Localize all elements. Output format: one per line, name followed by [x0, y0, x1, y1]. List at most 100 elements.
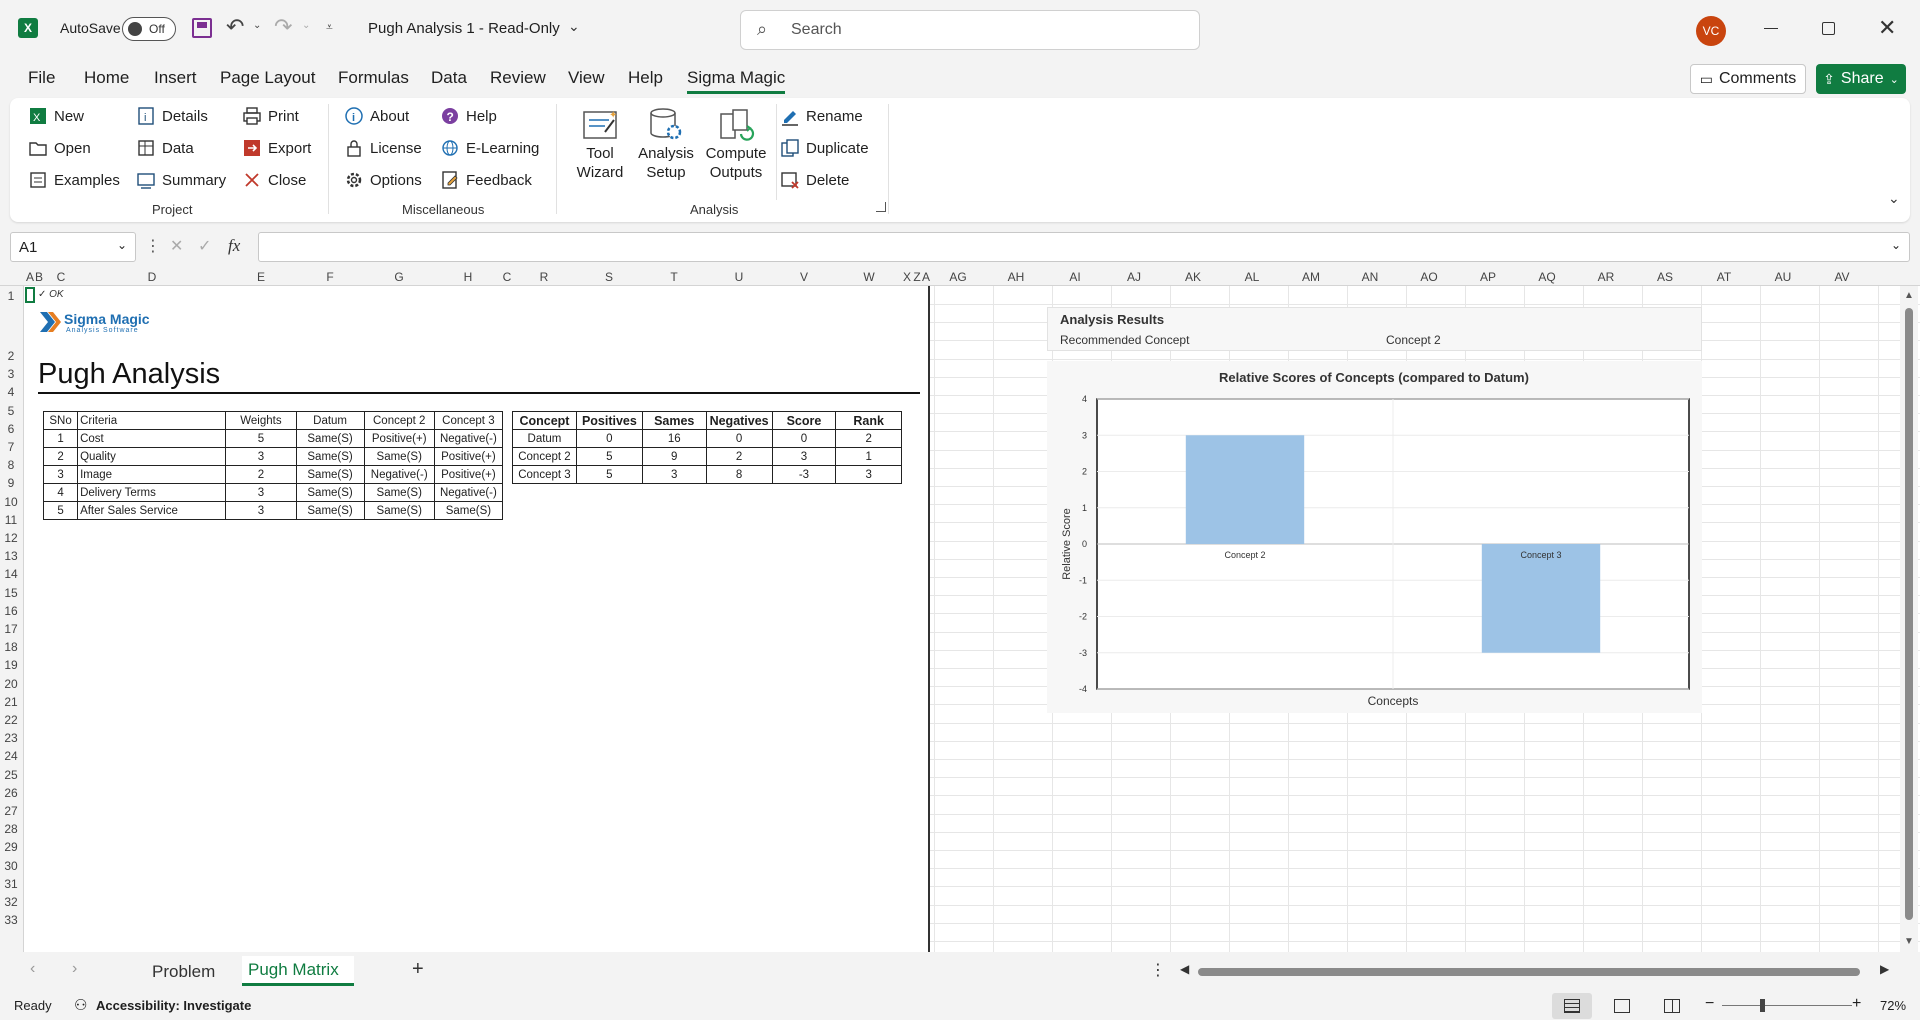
- column-header[interactable]: AS: [1641, 270, 1689, 284]
- close-window-icon[interactable]: ✕: [1878, 15, 1896, 41]
- column-header[interactable]: Z: [912, 270, 922, 284]
- row-header[interactable]: 7: [0, 440, 22, 454]
- table-cell[interactable]: Negative(-): [433, 429, 504, 448]
- duplicate-button[interactable]: Duplicate: [780, 138, 869, 158]
- row-header[interactable]: 22: [0, 713, 22, 727]
- column-header[interactable]: B: [34, 270, 44, 284]
- row-header[interactable]: 23: [0, 731, 22, 745]
- row-header[interactable]: 5: [0, 404, 22, 418]
- delete-button[interactable]: Delete: [780, 170, 849, 190]
- row-header[interactable]: 13: [0, 549, 22, 563]
- zoom-out-icon[interactable]: −: [1705, 995, 1714, 1013]
- row-header[interactable]: 16: [0, 604, 22, 618]
- accessibility-icon[interactable]: ⚇: [74, 996, 87, 1014]
- row-header[interactable]: 27: [0, 804, 22, 818]
- table-cell[interactable]: Concept 3: [512, 465, 577, 484]
- table-cell[interactable]: 3: [771, 447, 837, 466]
- next-sheet-icon[interactable]: ›: [72, 960, 77, 978]
- table-cell[interactable]: 3: [641, 465, 707, 484]
- chart-bar[interactable]: [1185, 435, 1305, 544]
- license-button[interactable]: License: [344, 138, 422, 158]
- row-header[interactable]: 3: [0, 367, 22, 381]
- vertical-scrollbar[interactable]: ▲ ▼: [1900, 286, 1918, 952]
- column-header[interactable]: X: [902, 270, 912, 284]
- dialog-launcher-icon[interactable]: [876, 202, 886, 212]
- feedback-button[interactable]: Feedback: [440, 170, 532, 190]
- table-cell[interactable]: 16: [641, 429, 707, 448]
- page-break-view-icon[interactable]: [1664, 999, 1680, 1013]
- elearning-button[interactable]: E-Learning: [440, 138, 539, 158]
- table-cell[interactable]: 2: [225, 465, 297, 484]
- table-cell[interactable]: Same(S): [363, 501, 435, 520]
- table-cell[interactable]: After Sales Service: [77, 501, 227, 520]
- examples-button[interactable]: Examples: [28, 170, 120, 190]
- table-cell[interactable]: 3: [225, 483, 297, 502]
- row-header[interactable]: 15: [0, 586, 22, 600]
- row-header[interactable]: 28: [0, 822, 22, 836]
- menu-home[interactable]: Home: [84, 68, 129, 88]
- table-cell[interactable]: 0: [575, 429, 643, 448]
- row-header[interactable]: 30: [0, 859, 22, 873]
- table-cell[interactable]: Negative(-): [433, 483, 504, 502]
- column-header[interactable]: E: [226, 270, 296, 284]
- table-cell[interactable]: 2: [835, 429, 902, 448]
- table-cell[interactable]: 0: [705, 429, 773, 448]
- column-header[interactable]: AQ: [1523, 270, 1571, 284]
- table-cell[interactable]: 5: [225, 429, 297, 448]
- vertical-scroll-thumb[interactable]: [1905, 308, 1913, 920]
- confirm-entry-icon[interactable]: ✓: [198, 236, 211, 256]
- data-button[interactable]: Data: [136, 138, 194, 158]
- open-button[interactable]: Open: [28, 138, 91, 158]
- title-dropdown-icon[interactable]: ⌄: [568, 18, 580, 35]
- minimize-icon[interactable]: [1764, 28, 1778, 29]
- tabs-more-icon[interactable]: ⋮: [1150, 960, 1166, 980]
- expand-formula-icon[interactable]: ⌄: [1891, 238, 1901, 252]
- column-header[interactable]: AL: [1228, 270, 1276, 284]
- tab-pugh-matrix[interactable]: Pugh Matrix: [242, 956, 354, 986]
- row-header[interactable]: 17: [0, 622, 22, 636]
- column-header[interactable]: T: [642, 270, 706, 284]
- table-cell[interactable]: Same(S): [295, 447, 365, 466]
- column-header[interactable]: AH: [992, 270, 1040, 284]
- table-cell[interactable]: Same(S): [433, 501, 504, 520]
- table-cell[interactable]: Negative(-): [363, 465, 435, 484]
- column-header[interactable]: AU: [1759, 270, 1807, 284]
- table-cell[interactable]: Same(S): [363, 483, 435, 502]
- table-cell[interactable]: 3: [225, 447, 297, 466]
- column-header[interactable]: AK: [1169, 270, 1217, 284]
- scroll-right-icon[interactable]: ▶: [1880, 962, 1889, 976]
- row-header[interactable]: 18: [0, 640, 22, 654]
- column-header[interactable]: W: [836, 270, 902, 284]
- column-header[interactable]: AT: [1700, 270, 1748, 284]
- compute-outputs-button[interactable]: Compute Outputs: [700, 106, 772, 182]
- column-header[interactable]: U: [706, 270, 772, 284]
- table-cell[interactable]: 4: [42, 483, 79, 502]
- column-header[interactable]: AJ: [1110, 270, 1158, 284]
- row-header[interactable]: 12: [0, 531, 22, 545]
- undo-icon[interactable]: ↶: [226, 14, 244, 40]
- table-cell[interactable]: 5: [575, 465, 643, 484]
- table-cell[interactable]: 3: [42, 465, 79, 484]
- customize-qat-icon[interactable]: ⩡: [326, 20, 333, 35]
- row-header[interactable]: 10: [0, 495, 22, 509]
- menu-insert[interactable]: Insert: [154, 68, 197, 88]
- print-button[interactable]: Print: [242, 106, 299, 126]
- column-header[interactable]: AO: [1405, 270, 1453, 284]
- menu-formulas[interactable]: Formulas: [338, 68, 409, 88]
- analysis-setup-button[interactable]: Analysis Setup: [632, 106, 700, 182]
- table-cell[interactable]: Delivery Terms: [77, 483, 227, 502]
- row-header[interactable]: 2: [0, 349, 22, 363]
- redo-dropdown-icon[interactable]: ⌄: [302, 20, 310, 31]
- accessibility-status[interactable]: Accessibility: Investigate: [96, 998, 251, 1013]
- column-header[interactable]: C: [502, 270, 512, 284]
- menu-file[interactable]: File: [28, 68, 55, 88]
- row-header[interactable]: 11: [0, 513, 22, 527]
- export-button[interactable]: Export: [242, 138, 311, 158]
- tool-wizard-button[interactable]: ✦ Tool Wizard: [570, 106, 630, 182]
- column-header[interactable]: AG: [934, 270, 982, 284]
- tab-problem[interactable]: Problem: [152, 962, 215, 982]
- table-cell[interactable]: Same(S): [295, 429, 365, 448]
- chart-bar[interactable]: [1481, 544, 1601, 653]
- table-cell[interactable]: 0: [771, 429, 837, 448]
- table-cell[interactable]: 5: [42, 501, 79, 520]
